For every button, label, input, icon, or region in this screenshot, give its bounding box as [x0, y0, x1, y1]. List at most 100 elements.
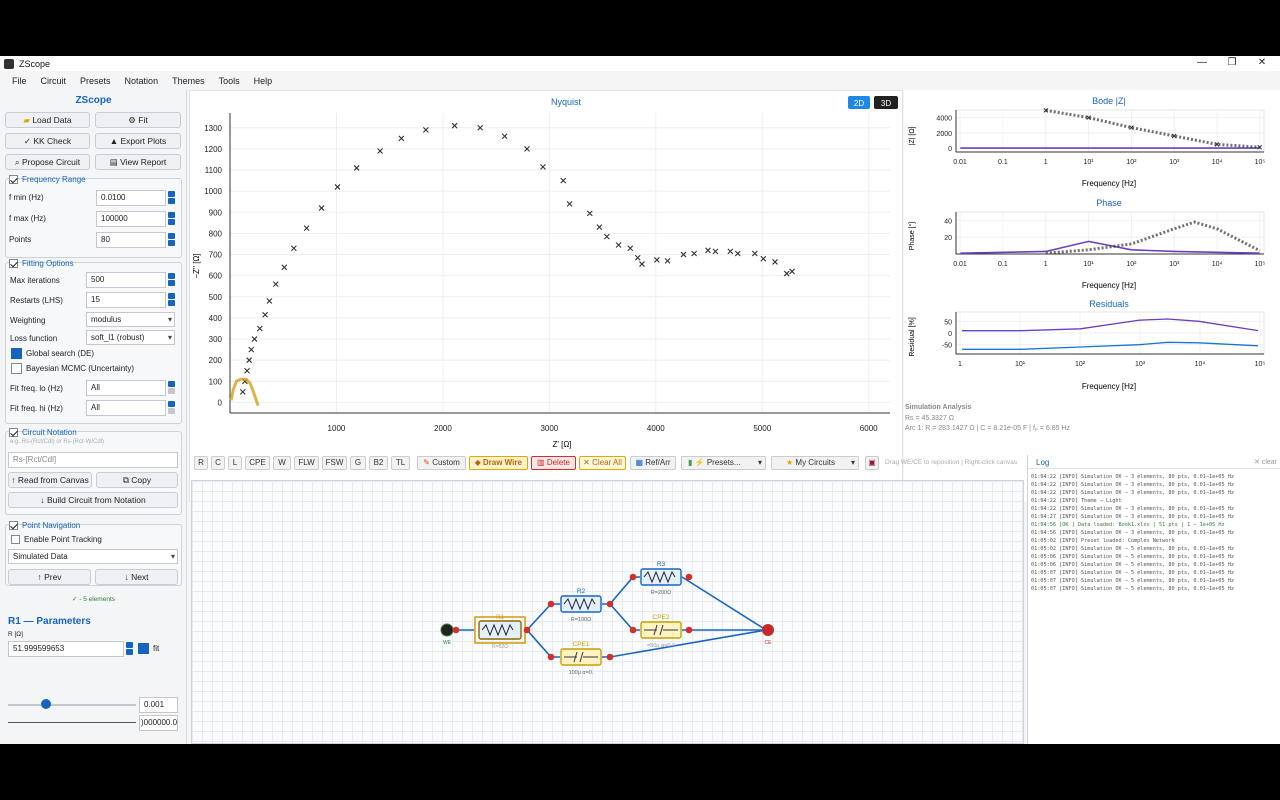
- nyquist-chart[interactable]: Nyquist 2D 3D 1000 2000 3000 4000 5000 6000 0 1…: [190, 91, 904, 503]
- node[interactable]: [629, 573, 637, 581]
- kk-check-button[interactable]: ✓ KK Check: [5, 133, 90, 149]
- circuit-canvas[interactable]: WE CE R1 R=52Ω R2 R=100Ω R3 R=200Ω CPE2 …: [191, 480, 1024, 744]
- global-search-checkbox[interactable]: Global search (DE): [11, 348, 94, 359]
- tool-cpe[interactable]: CPE: [245, 456, 270, 470]
- circuit-notation-toggle[interactable]: Circuit Notation: [9, 428, 77, 437]
- data-point: [603, 233, 610, 240]
- wire[interactable]: [609, 576, 634, 631]
- tool-capacitor[interactable]: C: [211, 456, 225, 470]
- menu-file[interactable]: File: [12, 76, 27, 86]
- fit-freq-hi-input[interactable]: All: [86, 400, 166, 416]
- propose-circuit-button[interactable]: ⌕ Propose Circuit: [5, 154, 90, 170]
- node[interactable]: [523, 626, 531, 634]
- point-source-select[interactable]: Simulated Data: [8, 549, 178, 564]
- notation-input[interactable]: Rs-[Rct/Cdl]: [8, 452, 178, 468]
- tool-fsw[interactable]: FSW: [322, 456, 347, 470]
- export-plots-button[interactable]: ▲ Export Plots: [95, 133, 181, 149]
- frequency-range-toggle[interactable]: Frequency Range: [9, 175, 86, 184]
- y-tick-label: 400: [209, 314, 223, 323]
- close-button[interactable]: ✕: [1247, 56, 1277, 71]
- node[interactable]: [452, 626, 460, 634]
- copy-notation-button[interactable]: ⧉ Copy: [96, 472, 178, 488]
- restarts-input[interactable]: 15: [86, 292, 166, 308]
- fit-freq-hi-spinner[interactable]: [168, 400, 176, 416]
- menu-presets[interactable]: Presets: [80, 76, 111, 86]
- minimize-button[interactable]: —: [1187, 56, 1217, 71]
- pencil-icon: ✎: [423, 458, 433, 467]
- param-fit-checkbox[interactable]: fit: [138, 643, 159, 654]
- max-iterations-spinner[interactable]: [168, 272, 176, 288]
- delete-button[interactable]: ▥ Delete: [531, 456, 576, 470]
- node[interactable]: [606, 600, 614, 608]
- prev-point-button[interactable]: ↑ Prev: [8, 569, 91, 585]
- tool-flw[interactable]: FLW: [294, 456, 319, 470]
- checkbox-icon: [9, 428, 18, 437]
- fit-freq-lo-spinner[interactable]: [168, 380, 176, 396]
- maximize-button[interactable]: ❐: [1217, 56, 1247, 71]
- my-circuits-select[interactable]: ★ My Circuits ▾: [771, 456, 859, 470]
- tool-gerischer[interactable]: G: [350, 456, 366, 470]
- fmin-input[interactable]: 0.0100: [96, 190, 166, 206]
- points-spinner[interactable]: [168, 232, 176, 248]
- log-header: Log ✕ clear: [1028, 455, 1280, 469]
- tool-tl[interactable]: TL: [391, 456, 410, 470]
- point-navigation-toggle[interactable]: Point Navigation: [9, 521, 80, 530]
- loss-function-select[interactable]: soft_l1 (robust): [86, 330, 175, 345]
- ce-terminal[interactable]: [762, 624, 774, 636]
- we-terminal[interactable]: [440, 623, 454, 637]
- points-input[interactable]: 80: [96, 232, 166, 248]
- node[interactable]: [547, 600, 555, 608]
- param-value-spinner[interactable]: [126, 641, 134, 657]
- checkbox-icon: [9, 521, 18, 530]
- draw-wire-button[interactable]: ⬥ Draw Wire: [469, 456, 528, 470]
- wire[interactable]: [526, 603, 552, 658]
- x-tick-label: 1000: [328, 424, 346, 433]
- menu-notation[interactable]: Notation: [125, 76, 159, 86]
- param-min-input[interactable]: 0.001: [139, 697, 178, 713]
- node[interactable]: [685, 573, 693, 581]
- weighting-select[interactable]: modulus: [86, 312, 175, 327]
- bode-charts[interactable]: Bode |Z| Phase Residuals Frequency [Hz] …: [904, 90, 1280, 502]
- menu-help[interactable]: Help: [254, 76, 273, 86]
- point-tracking-checkbox[interactable]: Enable Point Tracking: [11, 535, 102, 544]
- next-point-button[interactable]: ↓ Next: [95, 569, 178, 585]
- param-slider-handle[interactable]: [41, 699, 52, 709]
- param-max-input[interactable]: )000000.0: [139, 715, 178, 731]
- restarts-spinner[interactable]: [168, 292, 176, 308]
- tool-warburg[interactable]: W: [273, 456, 291, 470]
- fmin-spinner[interactable]: [168, 190, 176, 206]
- fitting-options-toggle[interactable]: Fitting Options: [9, 259, 74, 268]
- sidebar: ZScope ▰ Load Data ⚙ Fit ✓ KK Check ▲ Ex…: [0, 90, 187, 744]
- save-circuit-button[interactable]: ▣: [865, 456, 879, 470]
- view-report-button[interactable]: ▤ View Report: [95, 154, 181, 170]
- menu-tools[interactable]: Tools: [219, 76, 240, 86]
- ref-arr-button[interactable]: ▦ Ref/Arr: [630, 456, 676, 470]
- tool-b2[interactable]: B2: [369, 456, 388, 470]
- clear-all-button[interactable]: ✕ Clear All: [579, 456, 626, 470]
- cpe1-value: 100μ α=0.: [569, 670, 594, 676]
- fit-freq-lo-input[interactable]: All: [86, 380, 166, 396]
- load-data-button[interactable]: ▰ Load Data: [5, 112, 90, 128]
- node[interactable]: [685, 626, 693, 634]
- log-clear-button[interactable]: ✕ clear: [1254, 458, 1277, 466]
- param-slider-track[interactable]: [8, 704, 136, 706]
- fmax-spinner[interactable]: [168, 211, 176, 227]
- node[interactable]: [629, 626, 637, 634]
- presets-select[interactable]: ▮ ⚡ Presets... ▾: [681, 456, 766, 470]
- param-value-input[interactable]: 51.999599653: [8, 641, 124, 657]
- custom-element-button[interactable]: ✎ Custom: [417, 456, 466, 470]
- circuit-diagram[interactable]: WE CE R1 R=52Ω R2 R=100Ω R3 R=200Ω CPE2 …: [192, 481, 1025, 744]
- max-iterations-input[interactable]: 500: [86, 272, 166, 288]
- fmax-input[interactable]: 100000: [96, 211, 166, 227]
- node[interactable]: [547, 653, 555, 661]
- menu-themes[interactable]: Themes: [172, 76, 205, 86]
- read-from-canvas-button[interactable]: ↑ Read from Canvas: [8, 472, 92, 488]
- fit-button[interactable]: ⚙ Fit: [95, 112, 181, 128]
- menu-circuit[interactable]: Circuit: [41, 76, 67, 86]
- tool-resistor[interactable]: R: [194, 456, 208, 470]
- node[interactable]: [606, 653, 614, 661]
- bayesian-mcmc-checkbox[interactable]: Bayesian MCMC (Uncertainty): [11, 363, 134, 374]
- wire[interactable]: [609, 629, 767, 658]
- tool-inductor[interactable]: L: [228, 456, 242, 470]
- build-circuit-button[interactable]: ↓ Build Circuit from Notation: [8, 492, 178, 508]
